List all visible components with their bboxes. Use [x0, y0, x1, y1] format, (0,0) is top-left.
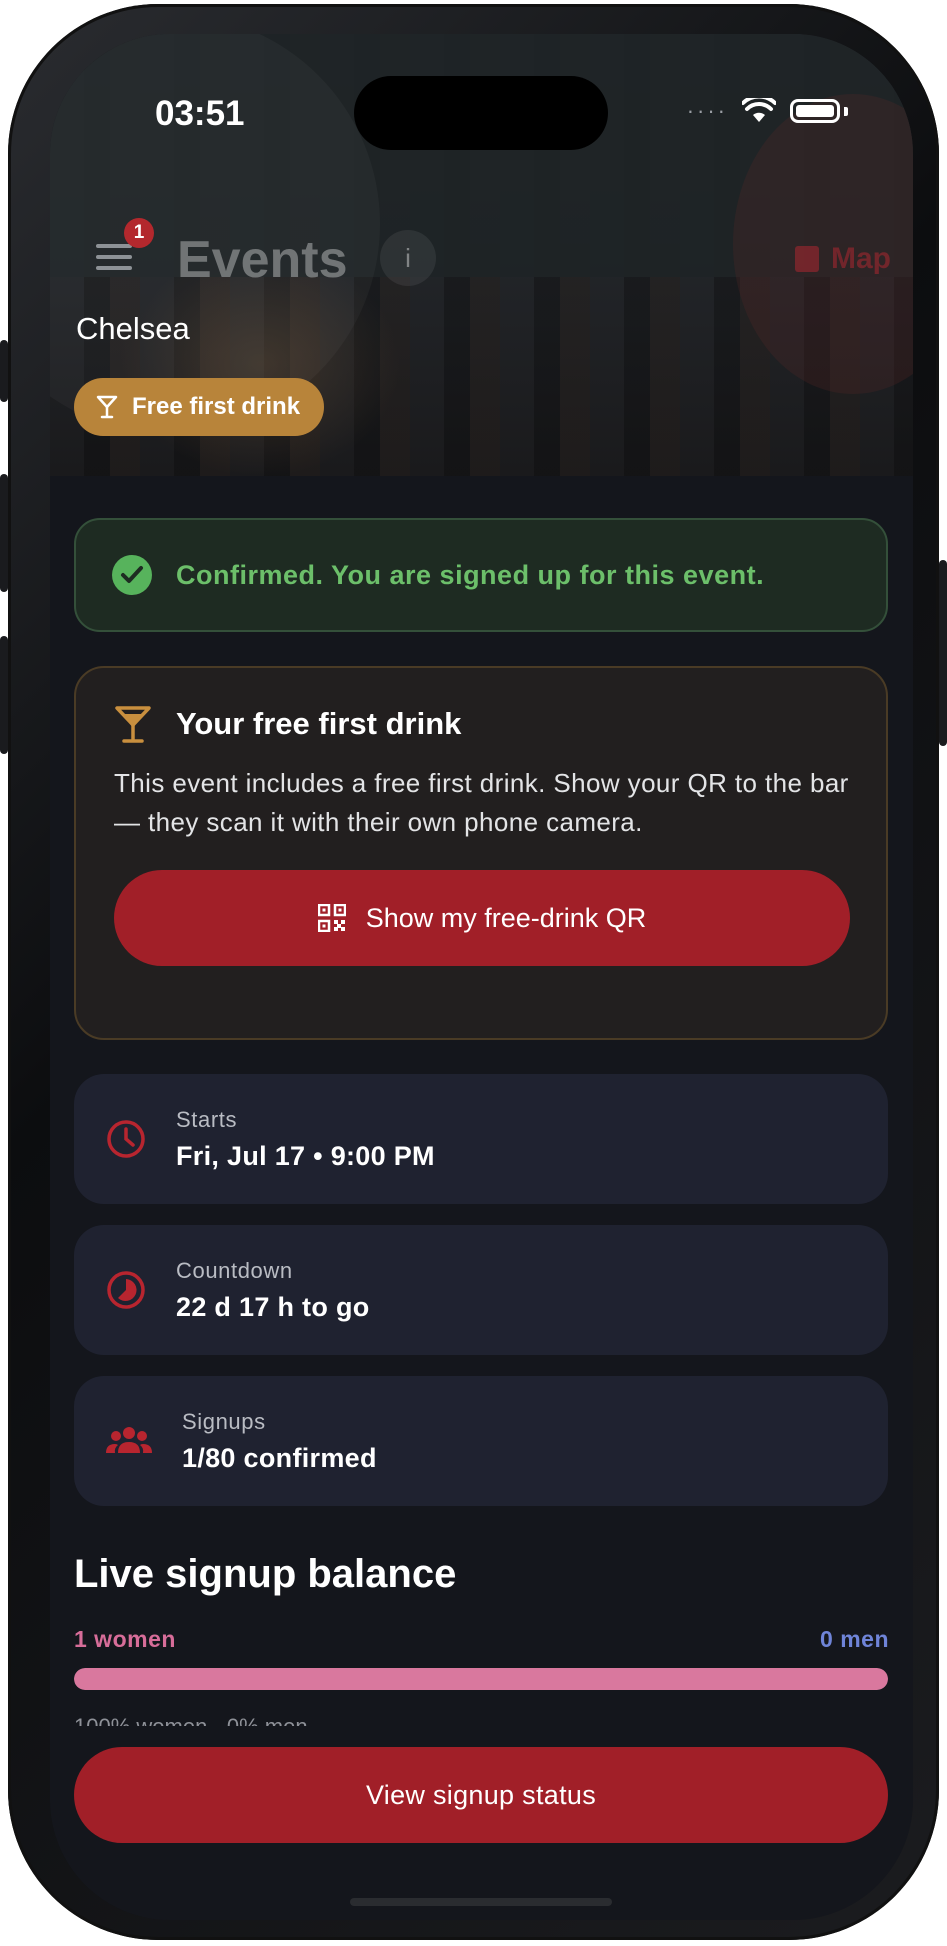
volume-down-button [0, 636, 8, 754]
cellular-signal-icon: ···· [686, 98, 728, 123]
check-circle-icon [112, 555, 152, 595]
clock-icon [107, 1120, 145, 1158]
qr-code-icon [317, 904, 346, 932]
signups-value: 1/80 confirmed [182, 1442, 377, 1473]
status-time: 03:51 [155, 94, 245, 133]
wifi-icon [742, 98, 776, 122]
signups-label: Signups [182, 1408, 266, 1434]
countdown-label: Countdown [176, 1257, 293, 1283]
page-title: Events [177, 231, 348, 289]
info-button[interactable]: i [380, 230, 436, 286]
balance-bar [74, 1668, 888, 1690]
timelapse-icon [107, 1271, 145, 1309]
hamburger-menu-icon[interactable] [96, 244, 132, 277]
cocktail-glass-icon [115, 706, 151, 743]
balance-summary: 100% women · 0% men [74, 1712, 308, 1726]
view-signup-status-button[interactable]: View signup status [74, 1747, 888, 1843]
dynamic-island [354, 76, 608, 150]
countdown-value: 22 d 17 h to go [176, 1291, 370, 1322]
phone-frame: 03:51 ···· 1 Events i Map Chelsea Free f [0, 4, 947, 1940]
signups-card: Signups 1/80 confirmed [74, 1376, 888, 1506]
balance-title: Live signup balance [74, 1552, 457, 1596]
show-qr-button[interactable]: Show my free-drink QR [114, 870, 850, 966]
venue-name: Chelsea [76, 311, 190, 346]
app-screen: 03:51 ···· 1 Events i Map Chelsea Free f [50, 34, 913, 1920]
free-drink-description: This event includes a free first drink. … [114, 768, 849, 837]
starts-card: Starts Fri, Jul 17 • 9:00 PM [74, 1074, 888, 1204]
status-icons: ···· [687, 98, 848, 124]
women-share-fill [74, 1668, 888, 1690]
battery-icon [790, 99, 840, 123]
free-drink-card: Your free first drink This event include… [74, 666, 888, 1040]
show-qr-button-label: Show my free-drink QR [365, 902, 647, 933]
free-drink-chip-label: Free first drink [132, 393, 301, 420]
map-button[interactable]: Map [795, 242, 891, 276]
confirmation-banner: Confirmed. You are signed up for this ev… [74, 518, 888, 632]
cocktail-glass-icon [96, 395, 118, 419]
battery-cap [844, 106, 848, 116]
starts-label: Starts [176, 1106, 238, 1132]
volume-up-button [0, 474, 8, 592]
confirmation-text: Confirmed. You are signed up for this ev… [176, 559, 765, 590]
women-count: 1 women [74, 1626, 176, 1652]
group-icon [106, 1427, 152, 1453]
map-button-label: Map [831, 242, 891, 275]
map-icon [795, 246, 819, 272]
starts-value: Fri, Jul 17 • 9:00 PM [176, 1140, 435, 1171]
notification-badge: 1 [124, 218, 154, 248]
free-drink-chip: Free first drink [74, 378, 325, 436]
home-indicator [350, 1898, 612, 1906]
free-drink-title: Your free first drink [176, 706, 462, 741]
power-button [939, 560, 947, 746]
countdown-card: Countdown 22 d 17 h to go [74, 1225, 888, 1355]
action-button [0, 340, 8, 402]
men-count: 0 men [820, 1626, 889, 1652]
